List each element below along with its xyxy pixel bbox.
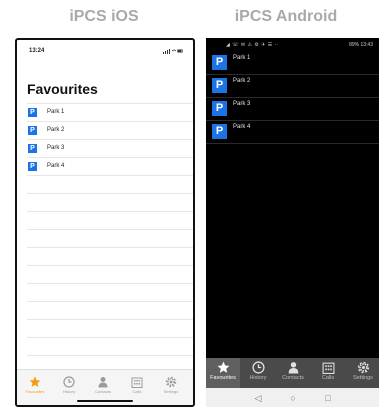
tab-history[interactable]: History [51, 373, 87, 403]
android-battery: 89% [349, 42, 360, 48]
list-item-label: Park 4 [47, 163, 65, 169]
list-item[interactable]: P Park 1 [27, 103, 193, 121]
tab-label: Favourites [25, 389, 45, 394]
empty-row [27, 301, 193, 319]
list-item[interactable]: P Park 4 [206, 121, 379, 144]
ios-heading: iPCS iOS [69, 8, 139, 25]
list-item-label: Park 1 [47, 109, 65, 115]
home-icon[interactable]: ○ [287, 392, 299, 404]
park-icon: P [28, 162, 37, 171]
back-icon[interactable]: ◁ [252, 392, 264, 404]
home-indicator[interactable] [77, 400, 133, 402]
gear-icon [346, 361, 379, 374]
list-item[interactable]: P Park 3 [27, 139, 193, 157]
ios-status-time: 13:24 [29, 48, 45, 54]
tab-label: History [249, 375, 267, 381]
tab-history[interactable]: History [241, 358, 275, 388]
tab-label: Favourites [210, 375, 236, 381]
tab-calls[interactable]: Calls [119, 373, 155, 403]
list-item[interactable]: P Park 3 [206, 98, 379, 121]
list-item[interactable]: P Park 2 [27, 121, 193, 139]
tab-contacts[interactable]: Contacts [276, 358, 310, 388]
tab-favourites[interactable]: Favourites [206, 358, 240, 388]
park-icon: P [212, 101, 227, 116]
clock-icon [51, 376, 87, 388]
tab-label: Contacts [282, 375, 304, 381]
person-icon [85, 376, 121, 388]
list-item-label: Park 2 [233, 78, 251, 84]
list-item-label: Park 4 [233, 124, 251, 130]
android-heading: iPCS Android [234, 8, 338, 25]
tab-settings[interactable]: Settings [153, 373, 189, 403]
tab-settings[interactable]: Settings [346, 358, 379, 388]
android-status-bar: ◢ ☏ ✉ ⚠ ⚙ ✈ ☰ ·· 89% 13:43 [226, 42, 373, 52]
empty-row [27, 265, 193, 283]
park-icon: P [212, 78, 227, 93]
list-item-label: Park 1 [233, 55, 251, 61]
android-screen: ◢ ☏ ✉ ⚠ ⚙ ✈ ☰ ·· 89% 13:43 P Park 1 P Park … [206, 38, 379, 407]
building-icon [119, 376, 155, 388]
favourites-list: P Park 1 P Park 2 P Park 3 P Park 4 [27, 103, 193, 391]
empty-row [27, 193, 193, 211]
star-icon [17, 376, 53, 388]
list-item[interactable]: P Park 2 [206, 75, 379, 98]
list-item-label: Park 3 [47, 145, 65, 151]
list-item[interactable]: P Park 1 [206, 52, 379, 75]
tab-favourites[interactable]: Favourites [17, 373, 53, 403]
person-icon [276, 361, 310, 374]
tab-label: History [62, 389, 76, 394]
comparison-page: iPCS iOS iPCS Android 13:24 Favourites P… [0, 0, 379, 407]
list-item-label: Park 3 [233, 101, 251, 107]
android-nav-bar: ◁ ○ □ [206, 388, 379, 407]
tab-calls[interactable]: Calls [311, 358, 345, 388]
ios-status-icons [163, 48, 183, 56]
tab-label: Contacts [95, 389, 111, 394]
empty-row [27, 337, 193, 355]
empty-row [27, 229, 193, 247]
gear-icon [153, 376, 189, 388]
tab-label: Calls [132, 389, 142, 394]
notification-icons: ◢ ☏ ✉ ⚠ ⚙ ✈ ☰ ·· [226, 42, 279, 48]
empty-row [27, 283, 193, 301]
android-favourites-list: P Park 1 P Park 2 P Park 3 P Park 4 [206, 52, 379, 144]
empty-row [27, 247, 193, 265]
page-title: Favourites [27, 81, 98, 97]
park-icon: P [28, 108, 37, 117]
empty-row [27, 175, 193, 193]
park-icon: P [212, 55, 227, 70]
building-icon [311, 361, 345, 374]
ios-status-bar: 13:24 [29, 48, 183, 58]
empty-row [27, 319, 193, 337]
tab-contacts[interactable]: Contacts [85, 373, 121, 403]
tab-label: Settings [163, 389, 179, 394]
android-tab-bar: Favourites History Contacts Calls Settings [206, 358, 379, 388]
list-item-label: Park 2 [47, 127, 65, 133]
android-status-right: 89% 13:43 [349, 42, 373, 48]
list-item[interactable]: P Park 4 [27, 157, 193, 175]
empty-row [27, 211, 193, 229]
tab-label: Settings [353, 375, 373, 381]
signal-wifi-battery-icon [163, 49, 183, 54]
park-icon: P [28, 126, 37, 135]
tab-label: Calls [321, 375, 335, 381]
clock-icon [241, 361, 275, 374]
android-status-time: 13:43 [360, 42, 373, 48]
ios-screen: 13:24 Favourites P Park 1 P Park 2 P Park 3PP… [15, 38, 195, 407]
recents-icon[interactable]: □ [322, 392, 334, 404]
star-icon [206, 361, 240, 374]
park-icon: P [28, 144, 37, 153]
park-icon: P [212, 124, 227, 139]
